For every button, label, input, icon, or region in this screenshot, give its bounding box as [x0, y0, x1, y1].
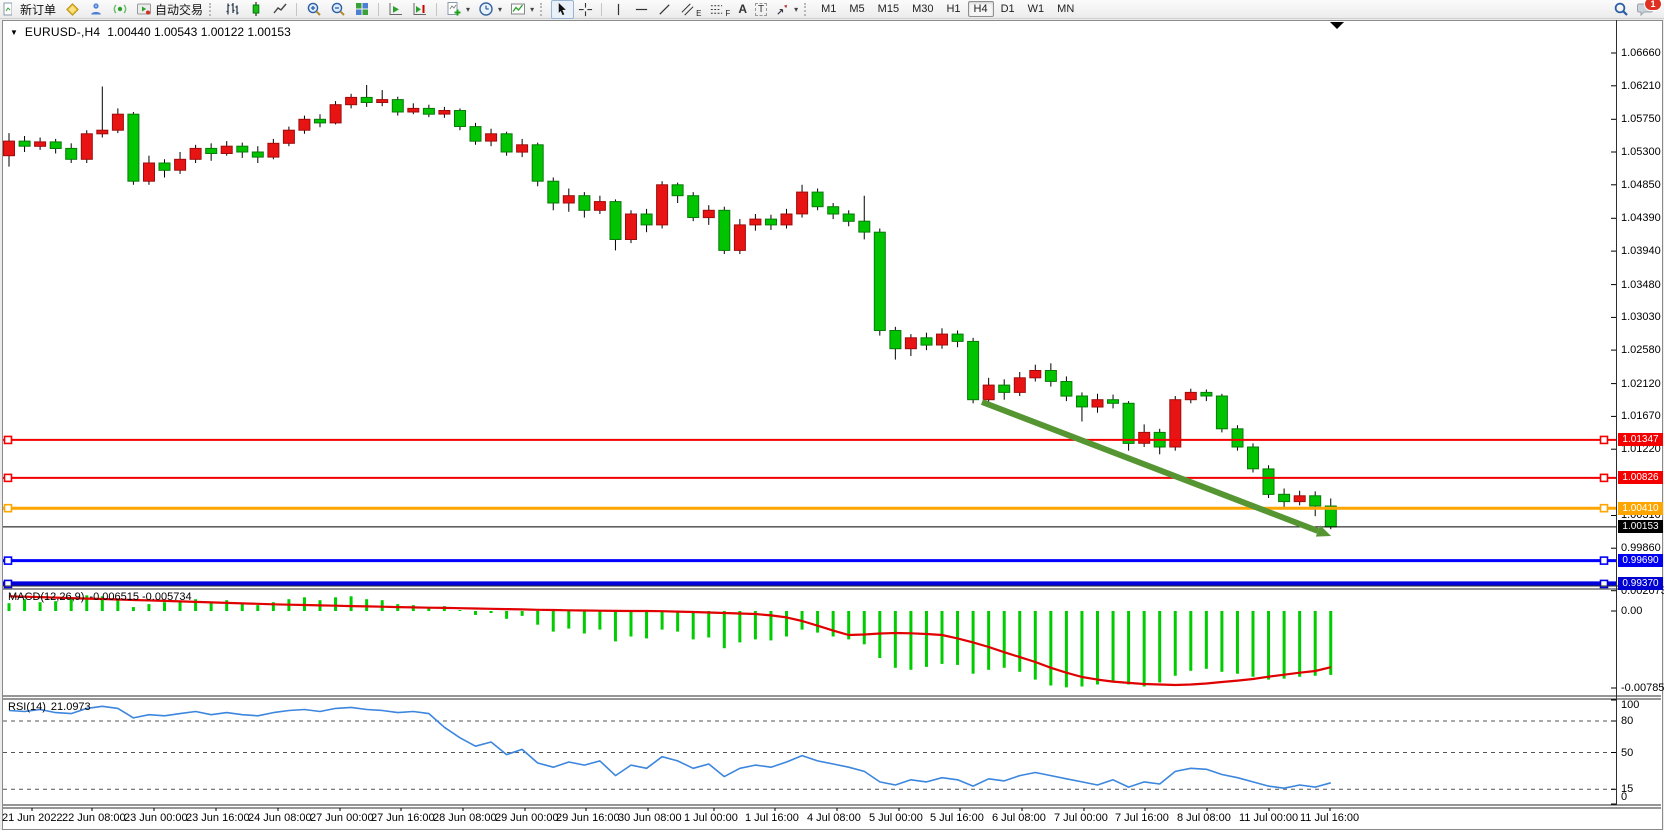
price-axis-tick: 1.03940 — [1621, 245, 1661, 257]
chart-shift-marker-icon[interactable] — [1330, 22, 1344, 29]
time-axis-label: 11 Jul 00:00 — [1239, 812, 1298, 824]
hline-anchor — [1601, 436, 1608, 443]
time-axis-label: 22 Jun 08:00 — [62, 812, 126, 824]
chart-title-caret-icon[interactable]: ▼ — [10, 28, 18, 37]
rsi-axis-label: 0 — [1621, 791, 1627, 803]
rsi-line — [9, 706, 1331, 788]
rsi-axis-label: 100 — [1621, 699, 1639, 711]
macd-axis-label: -0.007853 — [1621, 682, 1664, 694]
hline-price-label: 1.01347 — [1618, 433, 1663, 446]
hline-anchor — [5, 557, 12, 564]
chart-title-ohlc: 1.00440 1.00543 1.00122 1.00153 — [107, 25, 291, 39]
price-axis-tick: 1.03030 — [1621, 311, 1661, 323]
rsi-level-lines — [3, 721, 1616, 789]
price-axis-tick: 0.99860 — [1621, 542, 1661, 554]
time-axis-label: 1 Jul 00:00 — [684, 812, 738, 824]
time-axis-label: 7 Jul 16:00 — [1115, 812, 1169, 824]
rsi-indicator-label: RSI(14) 21.0973 — [8, 701, 91, 713]
macd-indicator-label: MACD(12,26,9) -0.006515 -0.005734 — [8, 591, 192, 603]
time-axis-label: 5 Jul 16:00 — [930, 812, 984, 824]
price-axis-tick: 1.03480 — [1621, 279, 1661, 291]
time-axis-label: 6 Jul 08:00 — [992, 812, 1046, 824]
hline-anchor — [5, 474, 12, 481]
hline-price-label: 1.00826 — [1618, 471, 1663, 484]
hline-price-label: 0.99370 — [1618, 577, 1663, 590]
current-price-label: 1.00153 — [1618, 520, 1663, 533]
price-axis-tick: 1.04390 — [1621, 212, 1661, 224]
price-axis-tick: 1.02120 — [1621, 378, 1661, 390]
time-axis-label: 30 Jun 08:00 — [618, 812, 682, 824]
hline-anchor — [1601, 474, 1608, 481]
time-axis-label: 4 Jul 08:00 — [807, 812, 861, 824]
price-axis-tick: 1.05300 — [1621, 146, 1661, 158]
rsi-value: 21.0973 — [51, 701, 91, 713]
macd-name: MACD(12,26,9) — [8, 591, 84, 603]
hline-price-label: 0.99690 — [1618, 554, 1663, 567]
time-axis-label: 27 Jun 00:00 — [310, 812, 374, 824]
horizontal-lines-layer[interactable] — [3, 436, 1616, 587]
time-axis-label: 5 Jul 00:00 — [869, 812, 923, 824]
macd-histogram — [9, 595, 1331, 687]
hline-price-label: 1.00410 — [1618, 502, 1663, 515]
price-axis-tick: 1.01670 — [1621, 410, 1661, 422]
hline-anchor — [1601, 557, 1608, 564]
hline-anchor — [5, 505, 12, 512]
mt4-terminal: 新订单 自动交易 — [0, 0, 1664, 830]
time-axis-label: 29 Jun 00:00 — [495, 812, 559, 824]
hline-anchor — [5, 436, 12, 443]
time-axis-label: 27 Jun 16:00 — [371, 812, 435, 824]
price-axis-tick: 1.06210 — [1621, 80, 1661, 92]
panel-separators — [3, 20, 1661, 808]
time-axis-label: 23 Jun 00:00 — [124, 812, 188, 824]
rsi-axis-label: 50 — [1621, 747, 1633, 759]
time-axis-label: 24 Jun 08:00 — [248, 812, 312, 824]
trend-arrow[interactable] — [982, 402, 1331, 537]
time-axis-label: 8 Jul 08:00 — [1177, 812, 1231, 824]
macd-values: -0.006515 -0.005734 — [89, 591, 191, 603]
time-axis-label: 29 Jun 16:00 — [556, 812, 620, 824]
chart-plot-surface[interactable] — [0, 0, 1664, 830]
price-axis-tick: 1.05750 — [1621, 113, 1661, 125]
axis-ticks — [32, 53, 1616, 811]
time-axis-label: 7 Jul 00:00 — [1054, 812, 1108, 824]
time-axis-label: 11 Jul 16:00 — [1300, 812, 1359, 824]
price-axis-tick: 1.04850 — [1621, 179, 1661, 191]
chart-title-symbol: EURUSD-,H4 — [25, 25, 100, 39]
macd-axis-label: 0.00 — [1621, 605, 1642, 617]
price-axis-tick: 1.02580 — [1621, 344, 1661, 356]
hline-anchor — [1601, 505, 1608, 512]
rsi-name: RSI(14) — [8, 701, 46, 713]
macd-signal-line — [9, 596, 1331, 685]
rsi-axis-label: 80 — [1621, 715, 1633, 727]
price-axis-tick: 1.06660 — [1621, 47, 1661, 59]
chart-title-row: ▼ EURUSD-,H4 1.00440 1.00543 1.00122 1.0… — [10, 25, 291, 39]
time-axis-label: 28 Jun 08:00 — [433, 812, 497, 824]
time-axis-label: 23 Jun 16:00 — [186, 812, 250, 824]
time-axis-label: 21 Jun 2022 — [2, 812, 63, 824]
time-axis-label: 1 Jul 16:00 — [745, 812, 799, 824]
